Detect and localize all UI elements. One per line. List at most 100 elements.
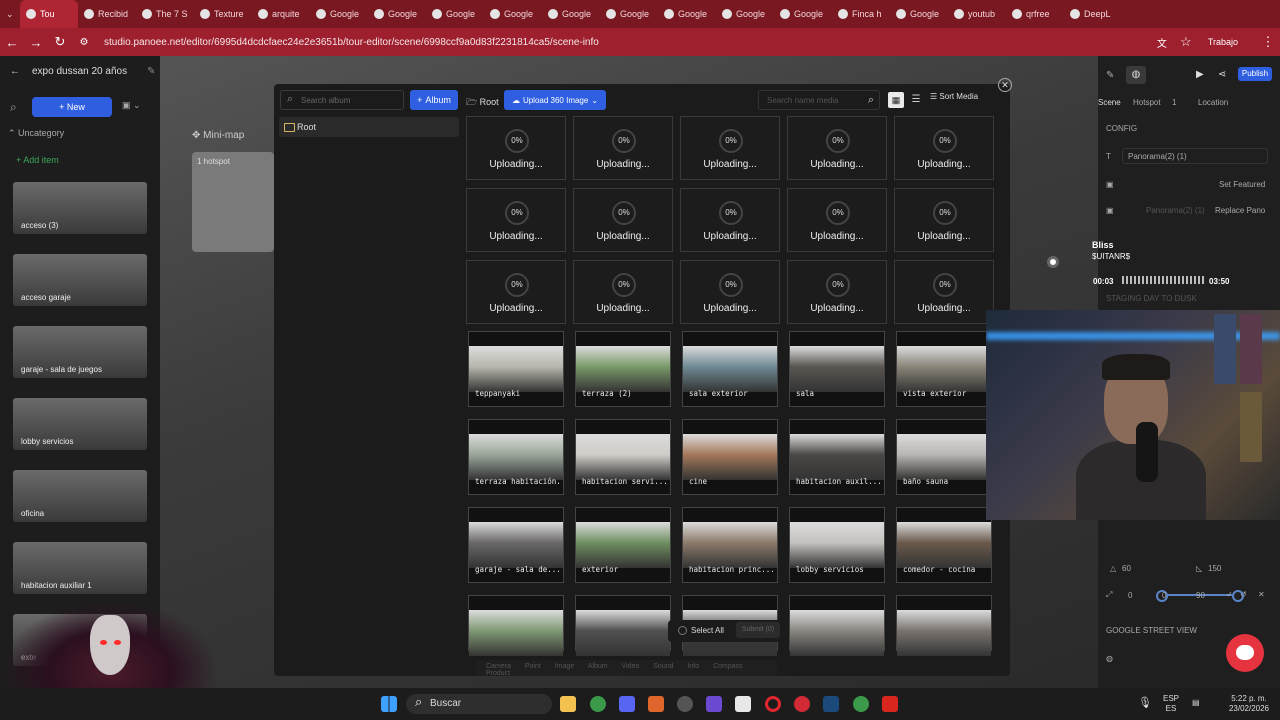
media-image-card[interactable]: exterior	[575, 507, 671, 583]
tab-hotspot[interactable]: Hotspot	[1133, 98, 1161, 107]
search-icon[interactable]: ⌕	[868, 94, 874, 107]
reload-icon[interactable]: ↻	[48, 34, 72, 50]
browser-tab[interactable]: Texture	[194, 0, 252, 28]
browser-tab[interactable]: Google	[600, 0, 658, 28]
app-icon[interactable]	[735, 696, 751, 712]
back-arrow-icon[interactable]: ←	[0, 35, 24, 50]
chrome-icon[interactable]	[853, 696, 869, 712]
media-image-card[interactable]: sala exterior	[682, 331, 778, 407]
media-image-card[interactable]: cine	[682, 419, 778, 495]
network-icon[interactable]: ▤	[1192, 698, 1200, 708]
minimap-thumbnail[interactable]: 1 hotspot	[192, 152, 274, 252]
site-info-icon[interactable]: ⚙	[72, 37, 96, 48]
mic-tray-icon[interactable]: 🎙	[1138, 698, 1152, 709]
clock[interactable]: 5:22 p. m. 23/02/2026	[1224, 694, 1274, 714]
browser-tab[interactable]: youtub	[948, 0, 1006, 28]
view-mode-dropdown[interactable]: ▣ ⌄	[122, 100, 150, 114]
app-icon[interactable]	[706, 696, 722, 712]
fov-min-input[interactable]: 60	[1122, 564, 1131, 573]
browser-tab[interactable]: Tou	[20, 0, 78, 28]
media-image-card[interactable]: sala	[789, 331, 885, 407]
media-image-card[interactable]: teppanyaki	[468, 331, 564, 407]
browser-tab[interactable]: Google	[484, 0, 542, 28]
list-view-button[interactable]: ☰	[908, 92, 924, 108]
windows-start-icon[interactable]	[381, 696, 397, 712]
grid-view-button[interactable]: ▦	[888, 92, 904, 108]
chrome-icon[interactable]	[590, 696, 606, 712]
media-image-card[interactable]: comedor - cocina	[896, 507, 992, 583]
media-image-card[interactable]	[896, 595, 992, 656]
steam-icon[interactable]	[823, 696, 839, 712]
browser-tab[interactable]: Google	[310, 0, 368, 28]
publish-button[interactable]: Publish	[1238, 67, 1272, 81]
panorama-hotspot[interactable]	[1047, 256, 1059, 268]
breadcrumb-root[interactable]: 🗁 Root	[466, 95, 499, 111]
media-image-card[interactable]: terraza habitación...	[468, 419, 564, 495]
browser-tab[interactable]: Google	[774, 0, 832, 28]
globe-tool-icon[interactable]: ◍	[1126, 66, 1146, 84]
media-image-card[interactable]: lobby servicios	[789, 507, 885, 583]
browser-tab[interactable]: Google	[890, 0, 948, 28]
new-button[interactable]: + New	[32, 97, 112, 117]
close-icon[interactable]: ✕	[1258, 590, 1265, 599]
profile-button[interactable]: Trabajo	[1208, 37, 1238, 47]
add-item-button[interactable]: + Add item	[16, 155, 59, 165]
select-all-toggle[interactable]: Select All	[678, 626, 724, 635]
app-icon[interactable]	[794, 696, 810, 712]
discord-icon[interactable]	[619, 696, 635, 712]
menu-dots-icon[interactable]: ⋮	[1256, 34, 1280, 50]
bookmark-star-icon[interactable]: ☆	[1174, 34, 1198, 50]
scene-thumbnail[interactable]: acceso garaje	[13, 254, 147, 306]
search-icon[interactable]: ⌕	[10, 100, 17, 115]
play-icon[interactable]: ▶	[1196, 69, 1204, 80]
upload-360-button[interactable]: ☁ Upload 360 Image ⌄	[504, 90, 606, 110]
media-image-card[interactable]: vista exterior	[896, 331, 992, 407]
scene-thumbnail[interactable]: garaje - sala de juegos	[13, 326, 147, 378]
sort-media-button[interactable]: ☰ Sort Media	[930, 92, 978, 101]
browser-tab[interactable]: arquite	[252, 0, 310, 28]
language-indicator[interactable]: ESP ES	[1158, 694, 1184, 714]
scene-thumbnail[interactable]: habitacion auxiliar 1	[13, 542, 147, 594]
media-image-card[interactable]	[575, 595, 671, 656]
browser-tab[interactable]: Recibid	[78, 0, 136, 28]
browser-tab[interactable]: Google	[658, 0, 716, 28]
tab-scene[interactable]: Scene	[1098, 98, 1121, 107]
share-icon[interactable]: ⋖	[1218, 69, 1226, 80]
media-search-input[interactable]: Search name media ⌕	[758, 90, 880, 110]
taskbar-search[interactable]: Buscar	[406, 694, 552, 714]
add-album-button[interactable]: + Album	[410, 90, 458, 110]
translate-icon[interactable]: 文	[1150, 35, 1174, 50]
submit-button[interactable]: Submit (0)	[736, 622, 780, 638]
app-icon[interactable]	[677, 696, 693, 712]
move-icon[interactable]: ✥	[192, 130, 203, 141]
browser-tab[interactable]: Google	[426, 0, 484, 28]
scene-thumbnail[interactable]: acceso (3)	[13, 182, 147, 234]
media-image-card[interactable]	[789, 595, 885, 656]
panorama-name-field[interactable]: Panorama(2) (1)	[1122, 148, 1268, 164]
tab-list-dropdown[interactable]: ⌄	[0, 0, 20, 28]
media-image-card[interactable]: baño sauna	[896, 419, 992, 495]
browser-tab[interactable]: Google	[542, 0, 600, 28]
set-featured-button[interactable]: Set Featured	[1219, 180, 1265, 189]
forward-arrow-icon[interactable]: →	[24, 35, 48, 50]
browser-tab[interactable]: The 7 S	[136, 0, 194, 28]
fov-max-input[interactable]: 150	[1208, 564, 1221, 573]
chat-support-button[interactable]	[1226, 634, 1264, 672]
heading-y-input[interactable]: 0	[1162, 591, 1166, 600]
confirm-check-icon[interactable]: ✓	[1226, 590, 1233, 599]
media-image-card[interactable]: habitacion princ...	[682, 507, 778, 583]
back-arrow-icon[interactable]: ←	[10, 66, 20, 77]
close-modal-icon[interactable]: ✕	[998, 78, 1012, 92]
media-image-card[interactable]: habitacion auxil...	[789, 419, 885, 495]
browser-tab[interactable]: Google	[716, 0, 774, 28]
heading-z-input[interactable]: 90	[1196, 591, 1205, 600]
folder-tree-root[interactable]: Root	[279, 117, 459, 137]
acrobat-icon[interactable]	[882, 696, 898, 712]
album-search-input[interactable]: Search album	[280, 90, 404, 110]
media-image-card[interactable]: terraza (2)	[575, 331, 671, 407]
undo-icon[interactable]: ↺	[1240, 590, 1247, 599]
replace-pano-button[interactable]: Replace Pano	[1215, 206, 1265, 215]
browser-tab[interactable]: Google	[368, 0, 426, 28]
media-image-card[interactable]: habitacion servi...	[575, 419, 671, 495]
scene-thumbnail[interactable]: oficina	[13, 470, 147, 522]
